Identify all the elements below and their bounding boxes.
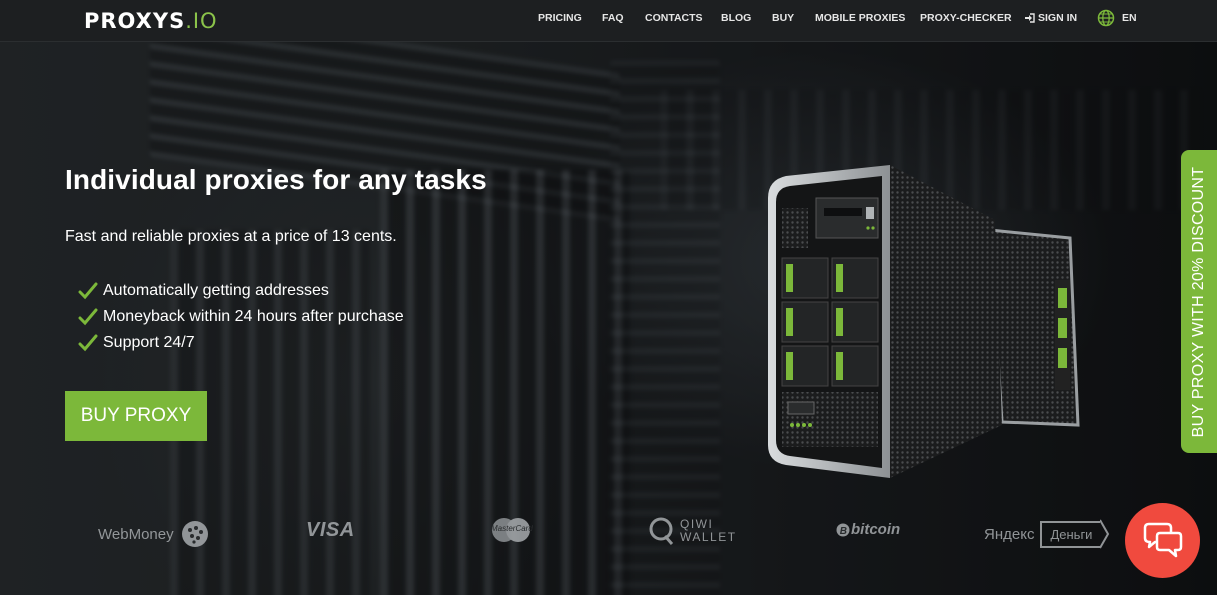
logo[interactable]: PROXYS .IO — [84, 8, 218, 34]
globe-icon[interactable] — [1097, 9, 1115, 27]
yandex-dengi-label: Деньги — [1050, 526, 1093, 542]
check-icon — [78, 282, 98, 300]
check-icon — [78, 334, 98, 352]
sign-in-icon — [1025, 13, 1035, 23]
yandex-arrow-icon — [1100, 519, 1110, 549]
webmoney-globe-icon — [181, 521, 208, 547]
chat-button[interactable] — [1125, 503, 1200, 578]
yandex-money-logo: Яндекс Деньги — [984, 519, 1110, 549]
nav-mobile-proxies[interactable]: MOBILE PROXIES — [815, 12, 905, 24]
logo-primary-text: PROXYS — [84, 9, 186, 33]
nav-pricing[interactable]: PRICING — [538, 12, 582, 24]
sign-in-label: SIGN IN — [1038, 12, 1078, 24]
feature-item: Support 24/7 — [78, 330, 404, 356]
yandex-label: Яндекс — [984, 525, 1035, 543]
feature-text: Support 24/7 — [103, 334, 195, 351]
discount-side-tab-label: BUY PROXY WITH 20% DISCOUNT — [1190, 166, 1207, 437]
webmoney-logo: WebMoney — [98, 519, 210, 549]
nav-proxy-checker[interactable]: PROXY-CHECKER — [920, 12, 1012, 24]
qiwi-label-line2: WALLET — [680, 530, 737, 544]
discount-side-tab[interactable]: BUY PROXY WITH 20% DISCOUNT — [1181, 150, 1217, 453]
feature-list: Automatically getting addresses Moneybac… — [78, 278, 404, 356]
feature-item: Moneyback within 24 hours after purchase — [78, 304, 404, 330]
feature-text: Moneyback within 24 hours after purchase — [103, 308, 404, 325]
nav-contacts[interactable]: CONTACTS — [645, 12, 703, 24]
yandex-dengi-badge: Деньги — [1040, 520, 1101, 548]
bitcoin-label: bitcoin — [851, 521, 901, 538]
visa-label: VISA — [306, 519, 355, 541]
qiwi-icon — [649, 517, 674, 545]
top-header: PROXYS .IO PRICING FAQ CONTACTS BLOG BUY … — [0, 0, 1217, 42]
bitcoin-logo: B bitcoin — [836, 521, 900, 538]
bitcoin-icon: B — [836, 523, 850, 537]
check-icon — [78, 308, 98, 326]
feature-item: Automatically getting addresses — [78, 278, 404, 304]
visa-logo: VISA — [306, 519, 355, 542]
hero-title: Individual proxies for any tasks — [65, 164, 487, 195]
webmoney-label: WebMoney — [98, 525, 174, 543]
nav-faq[interactable]: FAQ — [602, 12, 624, 24]
nav-buy[interactable]: BUY — [772, 12, 794, 24]
hero-subtitle: Fast and reliable proxies at a price of … — [65, 228, 397, 245]
chat-bubbles-icon — [1143, 522, 1182, 557]
qiwi-wallet-logo: QIWI WALLET — [648, 516, 737, 546]
language-selector[interactable]: EN — [1122, 12, 1137, 24]
logo-suffix-text: .IO — [185, 9, 218, 33]
svg-text:B: B — [840, 526, 847, 537]
mastercard-logo: MasterCard — [489, 517, 533, 543]
mastercard-label: MasterCard — [491, 524, 533, 533]
feature-text: Automatically getting addresses — [103, 282, 329, 299]
buy-proxy-button[interactable]: BUY PROXY — [65, 391, 207, 441]
server-illustration — [740, 160, 1090, 480]
nav-blog[interactable]: BLOG — [721, 12, 751, 24]
sign-in-link[interactable]: SIGN IN — [1024, 12, 1077, 24]
